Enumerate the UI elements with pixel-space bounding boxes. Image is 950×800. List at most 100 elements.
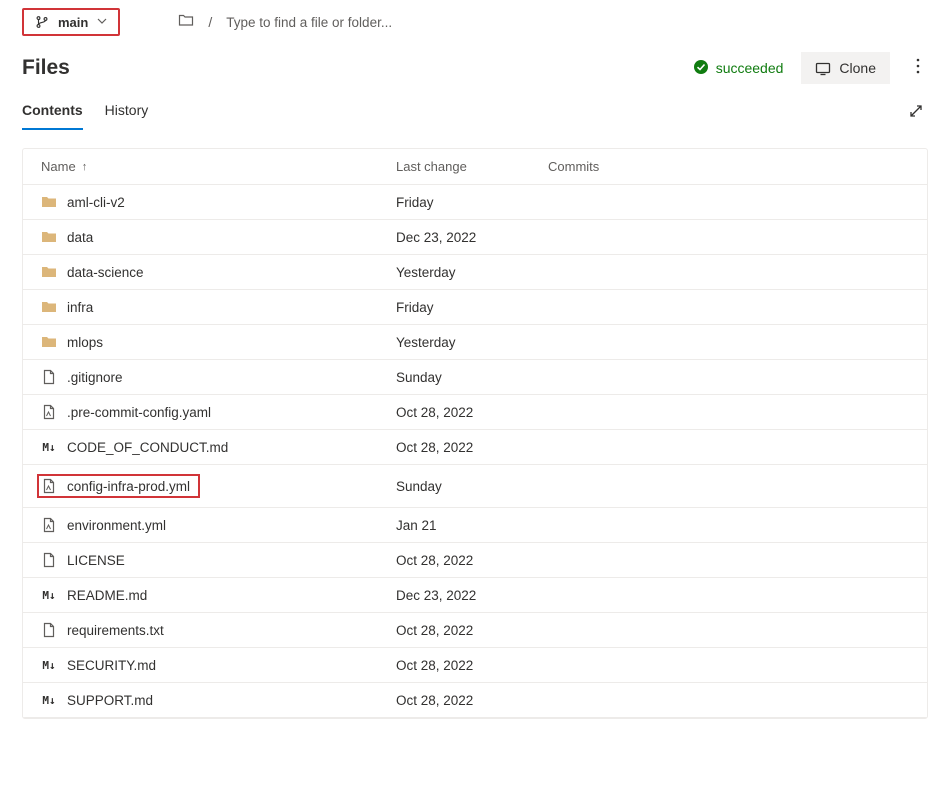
file-last-change: Oct 28, 2022	[396, 658, 548, 673]
folder-icon	[41, 334, 57, 350]
folder-icon	[178, 12, 194, 33]
yaml-file-icon	[41, 478, 57, 494]
table-row[interactable]: .pre-commit-config.yaml Oct 28, 2022	[23, 395, 927, 430]
file-last-change: Oct 28, 2022	[396, 553, 548, 568]
table-row[interactable]: .gitignore Sunday	[23, 360, 927, 395]
file-last-change: Friday	[396, 195, 548, 210]
file-icon	[41, 622, 57, 638]
file-name-cell: mlops	[41, 334, 396, 350]
breadcrumb: /	[178, 12, 476, 33]
clone-button[interactable]: Clone	[801, 52, 890, 84]
top-bar: main /	[0, 0, 950, 44]
table-row[interactable]: M↓ README.md Dec 23, 2022	[23, 578, 927, 613]
file-last-change: Oct 28, 2022	[396, 693, 548, 708]
file-last-change: Sunday	[396, 370, 548, 385]
tabs-row: Contents History	[0, 94, 950, 130]
file-last-change: Oct 28, 2022	[396, 623, 548, 638]
file-name-cell: LICENSE	[41, 552, 396, 568]
files-header: Name ↑ Last change Commits	[23, 149, 927, 185]
file-name-cell: environment.yml	[41, 517, 396, 533]
file-name: aml-cli-v2	[67, 195, 125, 210]
column-header-last-change[interactable]: Last change	[396, 159, 548, 174]
file-name: data-science	[67, 265, 144, 280]
file-name: LICENSE	[67, 553, 125, 568]
yaml-file-icon	[41, 404, 57, 420]
file-last-change: Friday	[396, 300, 548, 315]
file-last-change: Sunday	[396, 479, 548, 494]
files-panel: Name ↑ Last change Commits aml-cli-v2 Fri…	[22, 148, 928, 719]
markdown-file-icon: M↓	[41, 439, 57, 455]
file-name: SECURITY.md	[67, 658, 156, 673]
branch-name: main	[58, 15, 88, 30]
file-name: .gitignore	[67, 370, 123, 385]
fullscreen-button[interactable]	[904, 99, 928, 126]
file-name-cell: M↓SECURITY.md	[41, 657, 396, 673]
table-row[interactable]: mlops Yesterday	[23, 325, 927, 360]
column-header-commits[interactable]: Commits	[548, 159, 909, 174]
folder-icon	[41, 194, 57, 210]
path-separator: /	[208, 14, 212, 30]
file-name: requirements.txt	[67, 623, 164, 638]
table-row[interactable]: LICENSE Oct 28, 2022	[23, 543, 927, 578]
status-label: succeeded	[716, 60, 784, 76]
table-row[interactable]: environment.yml Jan 21	[23, 508, 927, 543]
file-name: README.md	[67, 588, 147, 603]
file-name-cell: .gitignore	[41, 369, 396, 385]
file-name: infra	[67, 300, 93, 315]
file-name: mlops	[67, 335, 103, 350]
folder-icon	[41, 264, 57, 280]
column-header-name[interactable]: Name ↑	[41, 159, 396, 174]
file-last-change: Dec 23, 2022	[396, 588, 548, 603]
file-name-cell: data-science	[41, 264, 396, 280]
more-vertical-icon	[916, 58, 920, 78]
file-name-cell: aml-cli-v2	[41, 194, 396, 210]
file-list: aml-cli-v2FridaydataDec 23, 2022data-sci…	[23, 185, 927, 718]
page-title: Files	[22, 56, 70, 80]
file-last-change: Yesterday	[396, 335, 548, 350]
branch-selector[interactable]: main	[22, 8, 120, 36]
chevron-down-icon	[96, 15, 108, 30]
table-row[interactable]: requirements.txt Oct 28, 2022	[23, 613, 927, 648]
title-row: Files succeeded Clone	[0, 44, 950, 94]
table-row[interactable]: M↓CODE_OF_CONDUCT.mdOct 28, 2022	[23, 430, 927, 465]
file-last-change: Oct 28, 2022	[396, 405, 548, 420]
branch-icon	[34, 14, 50, 30]
table-row[interactable]: infra Friday	[23, 290, 927, 325]
file-name: environment.yml	[67, 518, 166, 533]
title-actions: succeeded Clone	[693, 52, 928, 84]
file-last-change: Yesterday	[396, 265, 548, 280]
file-last-change: Jan 21	[396, 518, 548, 533]
highlighted-file: config-infra-prod.yml	[37, 474, 200, 498]
tab-contents[interactable]: Contents	[22, 94, 83, 130]
file-name-cell: requirements.txt	[41, 622, 396, 638]
sort-ascending-icon: ↑	[82, 161, 88, 173]
table-row[interactable]: data-science Yesterday	[23, 255, 927, 290]
tab-history[interactable]: History	[105, 94, 149, 130]
markdown-file-icon: M↓	[41, 587, 57, 603]
table-row[interactable]: M↓SUPPORT.mdOct 28, 2022	[23, 683, 927, 718]
table-row[interactable]: config-infra-prod.yml Sunday	[23, 465, 927, 508]
file-name: .pre-commit-config.yaml	[67, 405, 211, 420]
table-row[interactable]: M↓SECURITY.mdOct 28, 2022	[23, 648, 927, 683]
success-icon	[693, 59, 709, 78]
file-name-cell: M↓CODE_OF_CONDUCT.md	[41, 439, 396, 455]
file-name: config-infra-prod.yml	[67, 479, 190, 494]
expand-icon	[908, 107, 924, 122]
folder-icon	[41, 299, 57, 315]
file-icon	[41, 552, 57, 568]
more-options-button[interactable]	[908, 54, 928, 83]
table-row[interactable]: dataDec 23, 2022	[23, 220, 927, 255]
file-icon	[41, 369, 57, 385]
yaml-file-icon	[41, 517, 57, 533]
file-last-change: Oct 28, 2022	[396, 440, 548, 455]
file-name: SUPPORT.md	[67, 693, 153, 708]
file-name-cell: infra	[41, 299, 396, 315]
file-name-cell: data	[41, 229, 396, 245]
clone-icon	[815, 60, 831, 76]
file-last-change: Dec 23, 2022	[396, 230, 548, 245]
clone-label: Clone	[839, 60, 876, 76]
search-input[interactable]	[226, 15, 476, 30]
status-badge[interactable]: succeeded	[693, 59, 784, 78]
table-row[interactable]: aml-cli-v2 Friday	[23, 185, 927, 220]
file-name-cell: M↓ README.md	[41, 587, 396, 603]
